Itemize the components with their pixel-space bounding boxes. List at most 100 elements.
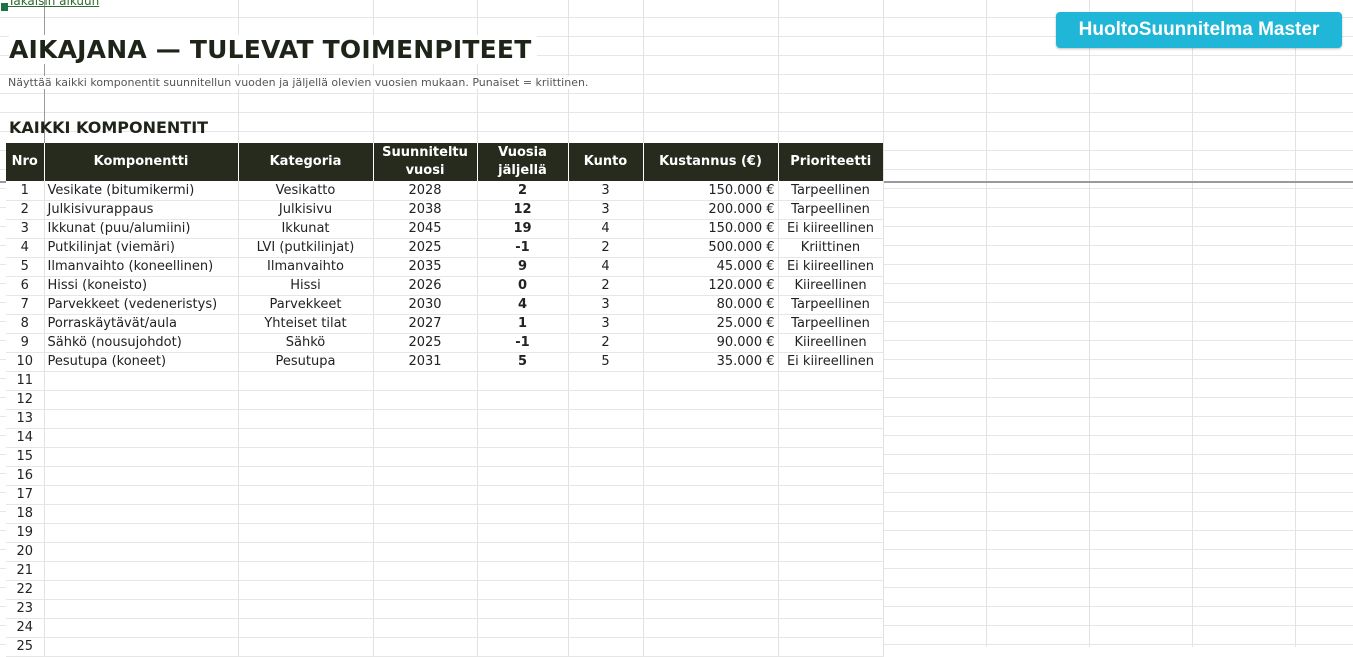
cell-komponentti[interactable]: Hissi (koneisto) xyxy=(44,276,239,296)
cell-komponentti[interactable]: Ilmanvaihto (koneellinen) xyxy=(44,257,239,277)
empty-cell[interactable] xyxy=(373,428,478,448)
empty-cell[interactable] xyxy=(373,390,478,410)
cell-kustannus[interactable]: 45.000 € xyxy=(643,257,779,277)
cell-prioriteetti[interactable]: Ei kiireellinen xyxy=(778,352,884,372)
empty-cell[interactable] xyxy=(477,580,569,600)
cell-prioriteetti[interactable]: Kiireellinen xyxy=(778,276,884,296)
empty-row[interactable]: 16 xyxy=(6,466,884,486)
cell-kustannus[interactable]: 120.000 € xyxy=(643,276,779,296)
cell-suunniteltu-vuosi[interactable]: 2035 xyxy=(373,257,478,277)
empty-cell[interactable] xyxy=(568,371,644,391)
cell-kunto[interactable]: 3 xyxy=(568,181,644,201)
empty-cell[interactable] xyxy=(643,599,779,619)
empty-cell[interactable] xyxy=(778,409,884,429)
empty-cell[interactable] xyxy=(373,371,478,391)
empty-cell[interactable] xyxy=(778,390,884,410)
empty-cell[interactable] xyxy=(643,561,779,581)
empty-cell[interactable] xyxy=(477,447,569,467)
empty-cell[interactable] xyxy=(568,409,644,429)
empty-cell[interactable] xyxy=(238,409,374,429)
row-number[interactable]: 18 xyxy=(6,504,45,524)
empty-cell[interactable] xyxy=(568,485,644,505)
empty-row[interactable]: 18 xyxy=(6,504,884,524)
cell-prioriteetti[interactable]: Tarpeellinen xyxy=(778,181,884,201)
cell-vuosia-jaljella[interactable]: 5 xyxy=(477,352,569,372)
empty-cell[interactable] xyxy=(373,466,478,486)
empty-cell[interactable] xyxy=(643,618,779,638)
empty-cell[interactable] xyxy=(568,447,644,467)
empty-cell[interactable] xyxy=(568,542,644,562)
empty-cell[interactable] xyxy=(643,542,779,562)
table-row[interactable]: 4 Putkilinjat (viemäri) LVI (putkilinjat) 2… xyxy=(6,238,884,258)
cell-kunto[interactable]: 5 xyxy=(568,352,644,372)
empty-cell[interactable] xyxy=(238,561,374,581)
cell-prioriteetti[interactable]: Ei kiireellinen xyxy=(778,257,884,277)
cell-komponentti[interactable]: Julkisivurappaus xyxy=(44,200,239,220)
empty-cell[interactable] xyxy=(643,485,779,505)
cell-nro[interactable]: 1 xyxy=(6,181,45,201)
empty-cell[interactable] xyxy=(477,428,569,448)
empty-cell[interactable] xyxy=(568,580,644,600)
empty-cell[interactable] xyxy=(373,542,478,562)
cell-vuosia-jaljella[interactable]: 4 xyxy=(477,295,569,315)
empty-cell[interactable] xyxy=(778,618,884,638)
empty-cell[interactable] xyxy=(238,447,374,467)
row-number[interactable]: 24 xyxy=(6,618,45,638)
empty-cell[interactable] xyxy=(643,428,779,448)
empty-cell[interactable] xyxy=(778,485,884,505)
cell-suunniteltu-vuosi[interactable]: 2038 xyxy=(373,200,478,220)
empty-cell[interactable] xyxy=(44,390,239,410)
table-row[interactable]: 1 Vesikate (bitumikermi) Vesikatto 2028 2 3 15… xyxy=(6,181,884,201)
cell-kategoria[interactable]: Ilmanvaihto xyxy=(238,257,374,277)
row-number[interactable]: 21 xyxy=(6,561,45,581)
cell-vuosia-jaljella[interactable]: 1 xyxy=(477,314,569,334)
cell-suunniteltu-vuosi[interactable]: 2027 xyxy=(373,314,478,334)
empty-cell[interactable] xyxy=(44,618,239,638)
cell-suunniteltu-vuosi[interactable]: 2031 xyxy=(373,352,478,372)
empty-cell[interactable] xyxy=(568,390,644,410)
header-kunto[interactable]: Kunto xyxy=(568,143,644,181)
empty-cell[interactable] xyxy=(778,580,884,600)
empty-cell[interactable] xyxy=(778,599,884,619)
cell-kunto[interactable]: 4 xyxy=(568,257,644,277)
empty-cell[interactable] xyxy=(568,504,644,524)
empty-cell[interactable] xyxy=(477,466,569,486)
cell-nro[interactable]: 8 xyxy=(6,314,45,334)
cell-vuosia-jaljella[interactable]: 2 xyxy=(477,181,569,201)
header-kustannus[interactable]: Kustannus (€) xyxy=(643,143,779,181)
cell-komponentti[interactable]: Pesutupa (koneet) xyxy=(44,352,239,372)
cell-kunto[interactable]: 2 xyxy=(568,276,644,296)
header-prioriteetti[interactable]: Prioriteetti xyxy=(778,143,883,181)
empty-cell[interactable] xyxy=(477,485,569,505)
cell-suunniteltu-vuosi[interactable]: 2026 xyxy=(373,276,478,296)
empty-row[interactable]: 13 xyxy=(6,409,884,429)
empty-cell[interactable] xyxy=(373,447,478,467)
cell-kunto[interactable]: 2 xyxy=(568,333,644,353)
table-row[interactable]: 7 Parvekkeet (vedeneristys) Parvekkeet 2030… xyxy=(6,295,884,315)
empty-cell[interactable] xyxy=(477,599,569,619)
header-komponentti[interactable]: Komponentti xyxy=(44,143,239,181)
cell-kunto[interactable]: 4 xyxy=(568,219,644,239)
empty-cell[interactable] xyxy=(778,447,884,467)
empty-cell[interactable] xyxy=(238,390,374,410)
table-row[interactable]: 2 Julkisivurappaus Julkisivu 2038 12 3 200.000… xyxy=(6,200,884,220)
cell-kustannus[interactable]: 25.000 € xyxy=(643,314,779,334)
empty-cell[interactable] xyxy=(238,599,374,619)
empty-cell[interactable] xyxy=(643,371,779,391)
empty-cell[interactable] xyxy=(44,580,239,600)
row-number[interactable]: 20 xyxy=(6,542,45,562)
empty-row[interactable]: 23 xyxy=(6,599,884,619)
row-number[interactable]: 15 xyxy=(6,447,45,467)
empty-cell[interactable] xyxy=(238,485,374,505)
empty-row[interactable]: 12 xyxy=(6,390,884,410)
empty-cell[interactable] xyxy=(44,504,239,524)
empty-cell[interactable] xyxy=(477,523,569,543)
empty-cell[interactable] xyxy=(373,580,478,600)
cell-suunniteltu-vuosi[interactable]: 2025 xyxy=(373,333,478,353)
empty-cell[interactable] xyxy=(643,523,779,543)
cell-suunniteltu-vuosi[interactable]: 2025 xyxy=(373,238,478,258)
row-number[interactable]: 11 xyxy=(6,371,45,391)
table-row[interactable]: 6 Hissi (koneisto) Hissi 2026 0 2 120.000 € Kii… xyxy=(6,276,884,296)
empty-cell[interactable] xyxy=(44,447,239,467)
cell-kategoria[interactable]: LVI (putkilinjat) xyxy=(238,238,374,258)
